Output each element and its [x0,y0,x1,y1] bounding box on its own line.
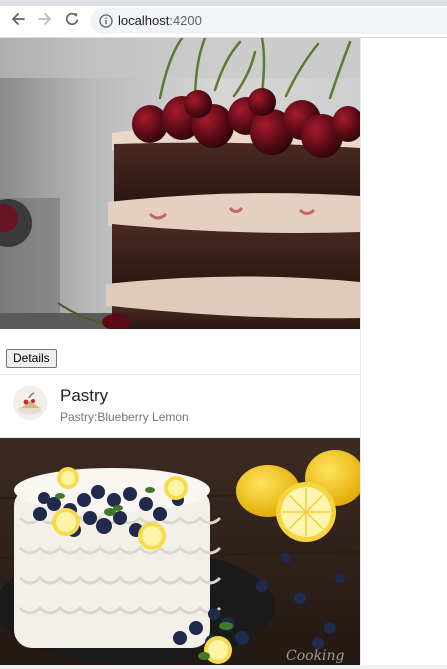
blueberry-lemon-cake-image: Cooking [0,438,360,665]
info-icon[interactable] [99,14,113,28]
forward-button[interactable] [36,10,54,28]
pastry-avatar [13,386,47,420]
url-text: localhost:4200 [118,14,202,28]
address-bar[interactable]: localhost:4200 [90,8,447,34]
horizontal-scrollbar[interactable] [0,665,447,669]
reload-icon [65,12,79,26]
arrow-left-icon [12,13,25,25]
card-right-border [360,38,361,669]
details-button[interactable]: Details [6,349,57,368]
reload-button[interactable] [63,10,81,28]
pastry-card-header[interactable]: Pastry Pastry:Blueberry Lemon [0,375,360,437]
card-title: Pastry [60,386,109,405]
svg-text:Cooking: Cooking [286,648,345,664]
back-button[interactable] [9,10,27,28]
url-port: :4200 [169,13,202,28]
page-content: Details Pastry Pastry:Blueberry Lemon Co… [0,38,447,669]
arrow-right-icon [38,13,51,25]
tab-strip [0,0,447,6]
card-subtitle: Pastry:Blueberry Lemon [60,410,189,424]
chocolate-cherry-cake-image [0,38,360,329]
url-host: localhost [118,13,170,28]
browser-toolbar: localhost:4200 [0,0,447,38]
